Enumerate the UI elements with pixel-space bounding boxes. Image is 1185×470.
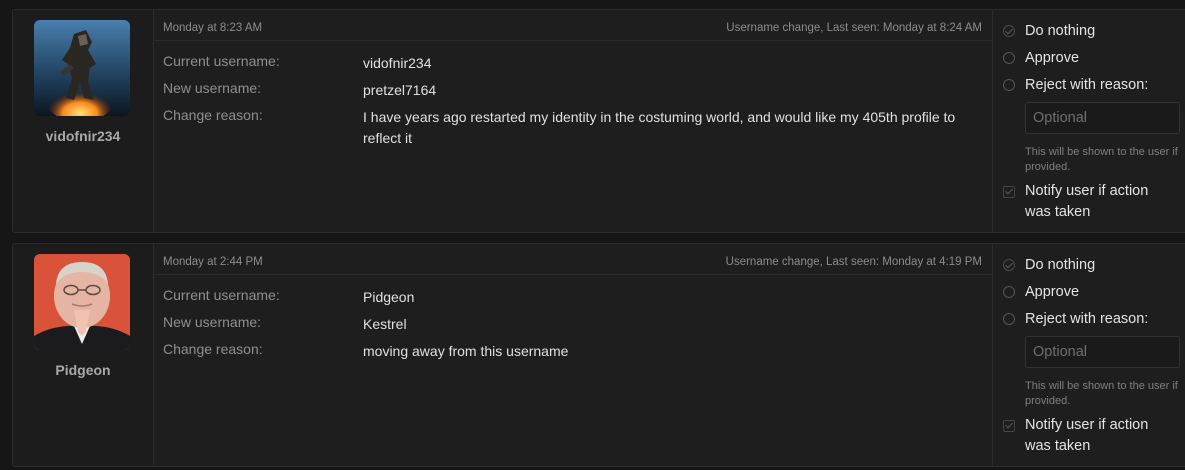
action-panel: Do nothing Approve Reject with reason: T… bbox=[992, 10, 1185, 232]
last-seen: Username change, Last seen: Monday at 4:… bbox=[725, 256, 982, 268]
current-username-label: Current username: bbox=[163, 287, 280, 303]
radio-checked-icon[interactable] bbox=[1003, 25, 1015, 37]
notify-user-label[interactable]: Notify user if action was taken bbox=[1025, 181, 1175, 223]
request-meta: Monday at 2:44 PM Username change, Last … bbox=[154, 244, 992, 275]
option-label: Reject with reason: bbox=[1025, 311, 1149, 327]
user-column: Pidgeon bbox=[13, 244, 154, 466]
avatar[interactable] bbox=[34, 20, 130, 116]
username-change-request: Pidgeon Monday at 2:44 PM Username chang… bbox=[12, 243, 1185, 467]
action-panel: Do nothing Approve Reject with reason: T… bbox=[992, 244, 1185, 466]
new-username-label: New username: bbox=[163, 314, 262, 330]
request-date: Monday at 2:44 PM bbox=[163, 256, 263, 268]
current-username-value: vidofnir234 bbox=[363, 55, 432, 71]
request-details: Monday at 8:23 AM Username change, Last … bbox=[154, 10, 992, 232]
option-label: Reject with reason: bbox=[1025, 77, 1149, 93]
notify-user-label[interactable]: Notify user if action was taken bbox=[1025, 415, 1175, 457]
radio-icon[interactable] bbox=[1003, 52, 1015, 64]
request-meta: Monday at 8:23 AM Username change, Last … bbox=[154, 10, 992, 41]
option-label: Do nothing bbox=[1025, 257, 1096, 273]
change-reason-label: Change reason: bbox=[163, 107, 263, 123]
option-label: Do nothing bbox=[1025, 23, 1096, 39]
username-change-request: vidofnir234 Monday at 8:23 AM Username c… bbox=[12, 9, 1185, 233]
new-username-value: Kestrel bbox=[363, 316, 407, 332]
username[interactable]: vidofnir234 bbox=[13, 128, 153, 144]
reject-reason-input[interactable] bbox=[1025, 336, 1180, 368]
change-reason-value: moving away from this username bbox=[363, 343, 569, 359]
last-seen: Username change, Last seen: Monday at 8:… bbox=[726, 22, 982, 34]
option-label: Approve bbox=[1025, 284, 1080, 300]
change-reason-value: I have years ago restarted my identity i… bbox=[363, 109, 956, 146]
checkbox-checked-icon[interactable] bbox=[1003, 420, 1015, 432]
reason-hint: This will be shown to the user if provid… bbox=[1025, 146, 1178, 173]
request-details: Monday at 2:44 PM Username change, Last … bbox=[154, 244, 992, 466]
checkbox-checked-icon[interactable] bbox=[1003, 186, 1015, 198]
radio-icon[interactable] bbox=[1003, 313, 1015, 325]
username[interactable]: Pidgeon bbox=[13, 362, 153, 378]
reject-reason-input[interactable] bbox=[1025, 102, 1180, 134]
radio-checked-icon[interactable] bbox=[1003, 259, 1015, 271]
radio-icon[interactable] bbox=[1003, 79, 1015, 91]
user-column: vidofnir234 bbox=[13, 10, 154, 232]
current-username-value: Pidgeon bbox=[363, 289, 415, 305]
new-username-value: pretzel7164 bbox=[363, 82, 437, 98]
radio-icon[interactable] bbox=[1003, 286, 1015, 298]
request-date: Monday at 8:23 AM bbox=[163, 22, 263, 34]
change-reason-label: Change reason: bbox=[163, 341, 263, 357]
reason-hint: This will be shown to the user if provid… bbox=[1025, 380, 1178, 407]
new-username-label: New username: bbox=[163, 80, 262, 96]
current-username-label: Current username: bbox=[163, 53, 280, 69]
option-label: Approve bbox=[1025, 50, 1080, 66]
avatar[interactable] bbox=[34, 254, 130, 350]
